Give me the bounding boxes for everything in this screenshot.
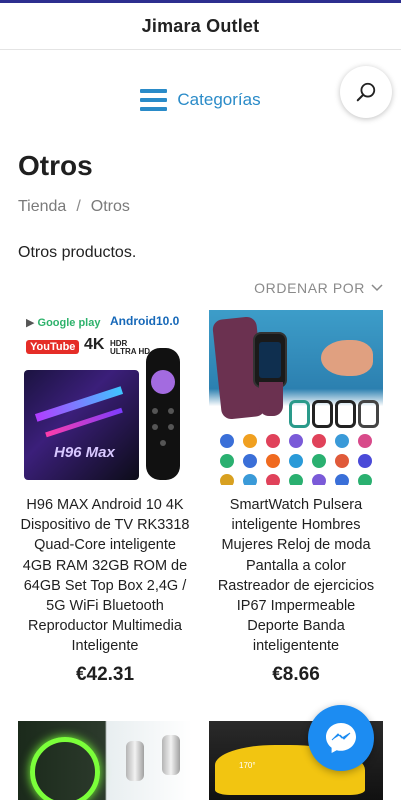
breadcrumb-shop-link[interactable]: Tienda bbox=[18, 198, 66, 216]
feature-icons bbox=[215, 434, 377, 485]
sort-label: ORDENAR POR bbox=[254, 280, 365, 296]
product-card[interactable]: SmartWatch Pulsera inteligente Hombres M… bbox=[209, 310, 383, 686]
category-description: Otros productos. bbox=[18, 244, 137, 261]
product-card[interactable]: ▶ Google play Android10.0 YouTube 4K HDR… bbox=[18, 310, 192, 686]
remote-illustration bbox=[146, 348, 180, 480]
android-label: Android10.0 bbox=[110, 314, 180, 328]
breadcrumb-separator: / bbox=[76, 198, 81, 215]
glowing-wheel-photo bbox=[30, 737, 100, 800]
swimmer-photo bbox=[321, 340, 373, 376]
tv-box-illustration: H96 Max bbox=[24, 370, 139, 480]
4k-label: 4K bbox=[84, 336, 105, 353]
box-logo: H96 Max bbox=[54, 444, 115, 461]
brand-title[interactable]: Jimara Outlet bbox=[142, 16, 260, 37]
sort-dropdown[interactable]: ORDENAR POR bbox=[254, 280, 383, 296]
product-name[interactable]: H96 MAX Android 10 4K Dispositivo de TV … bbox=[18, 495, 192, 657]
hamburger-icon[interactable] bbox=[140, 89, 168, 111]
messenger-icon bbox=[326, 723, 356, 753]
product-price: €42.31 bbox=[75, 663, 135, 685]
smartwatch-illustration bbox=[253, 332, 287, 388]
product-image[interactable]: ▶ Google play Android10.0 YouTube 4K HDR… bbox=[18, 310, 192, 485]
site-header: Jimara Outlet bbox=[0, 3, 401, 50]
product-card[interactable] bbox=[18, 721, 192, 800]
search-icon bbox=[356, 82, 376, 102]
chevron-down-icon bbox=[371, 284, 383, 292]
youtube-logo: YouTube bbox=[26, 340, 80, 354]
google-play-logo: ▶ Google play bbox=[26, 317, 101, 329]
valve-cap-photo bbox=[162, 735, 180, 775]
categories-label[interactable]: Categorías bbox=[177, 90, 260, 110]
product-image[interactable] bbox=[18, 721, 192, 800]
breadcrumb-current: Otros bbox=[90, 198, 130, 215]
product-name[interactable]: SmartWatch Pulsera inteligente Hombres M… bbox=[209, 495, 383, 657]
hdr-label: HDR ULTRA HD bbox=[110, 339, 150, 356]
page-title: Otros bbox=[18, 150, 93, 181]
messenger-chat-button[interactable] bbox=[308, 705, 374, 771]
breadcrumb: Tienda / Otros bbox=[18, 198, 130, 216]
band-colors-illustration bbox=[289, 400, 379, 428]
valve-cap-photo bbox=[126, 741, 144, 781]
product-image[interactable] bbox=[209, 310, 383, 485]
product-price: €8.66 bbox=[272, 663, 320, 685]
search-button[interactable] bbox=[340, 66, 392, 118]
